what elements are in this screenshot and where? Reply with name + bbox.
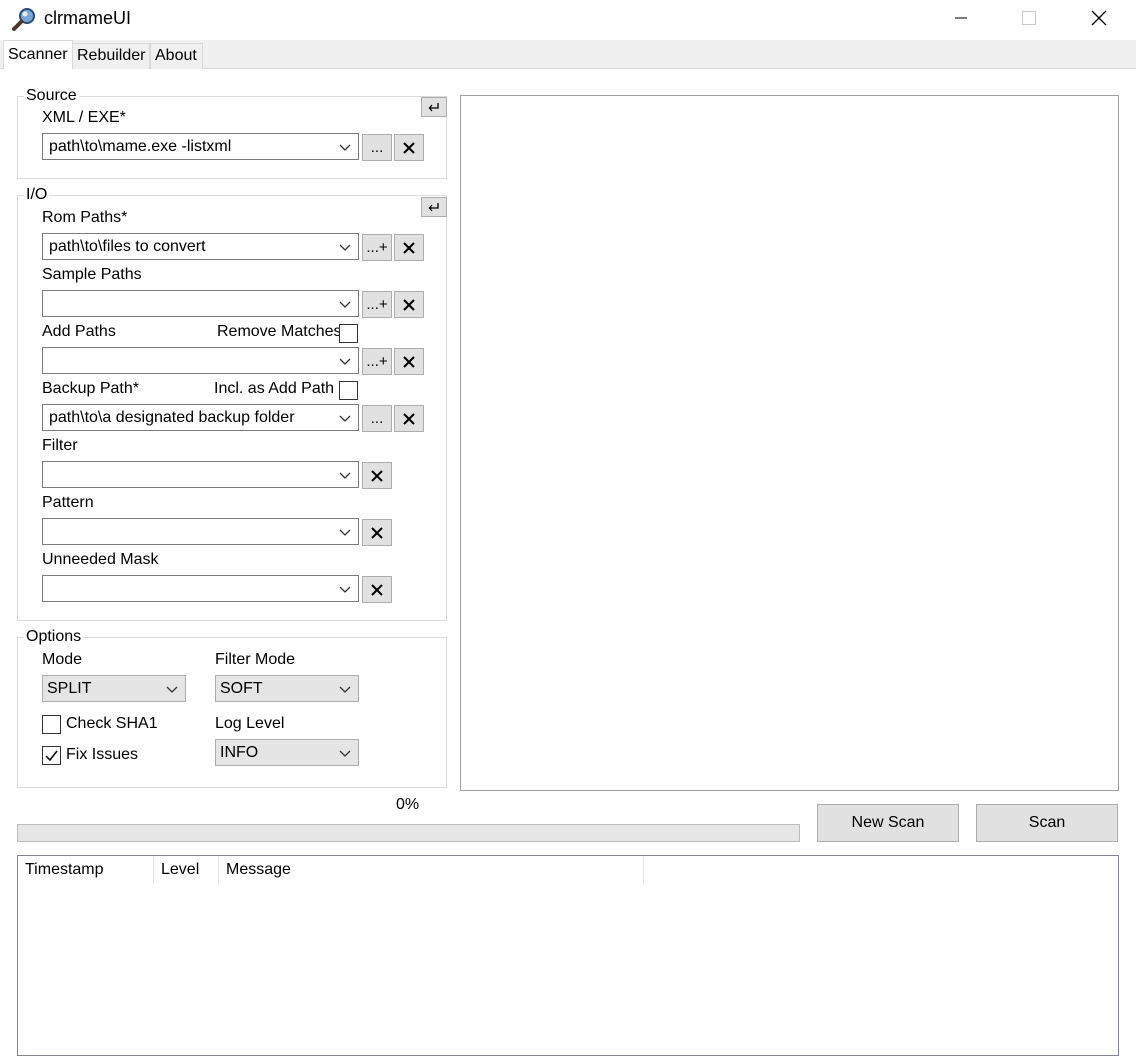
rom-paths-add-button[interactable]: ...+ xyxy=(362,234,392,261)
x-icon xyxy=(371,469,383,482)
chevron-down-icon xyxy=(339,244,351,251)
scan-button[interactable]: Scan xyxy=(976,804,1118,842)
backup-path-label: Backup Path* xyxy=(42,380,139,397)
fix-issues-checkbox[interactable] xyxy=(42,746,61,765)
options-legend: Options xyxy=(24,628,84,646)
window-title: clrmameUI xyxy=(44,8,132,28)
sample-paths-label: Sample Paths xyxy=(42,266,142,283)
sample-paths-clear-button[interactable] xyxy=(394,291,424,318)
progress-bar xyxy=(17,824,800,842)
chevron-down-icon xyxy=(339,586,351,593)
chevron-down-icon xyxy=(339,301,351,308)
chevron-down-icon xyxy=(339,686,351,693)
io-reset-button[interactable] xyxy=(421,197,447,217)
sample-paths-combo[interactable] xyxy=(42,290,359,317)
check-sha1-label: Check SHA1 xyxy=(66,715,158,732)
return-arrow-icon xyxy=(428,103,439,112)
check-sha1-checkbox[interactable] xyxy=(42,715,61,734)
incl-add-path-checkbox[interactable] xyxy=(339,381,358,400)
rom-paths-value: path\to\files to convert xyxy=(49,237,206,255)
unneeded-mask-combo[interactable] xyxy=(42,575,359,602)
x-icon xyxy=(403,141,415,154)
xml-browse-button[interactable]: ... xyxy=(362,134,392,161)
chevron-down-icon xyxy=(339,750,351,757)
filter-mode-value: SOFT xyxy=(220,679,263,697)
filter-label: Filter xyxy=(42,437,78,454)
remove-matches-label: Remove Matches xyxy=(217,323,342,340)
chevron-down-icon xyxy=(166,686,178,693)
log-list[interactable]: Timestamp Level Message xyxy=(17,855,1119,1056)
pattern-label: Pattern xyxy=(42,494,94,511)
close-button[interactable] xyxy=(1064,0,1134,36)
xml-clear-button[interactable] xyxy=(394,134,424,161)
sample-paths-add-button[interactable]: ...+ xyxy=(362,291,392,318)
filter-combo[interactable] xyxy=(42,461,359,488)
source-reset-button[interactable] xyxy=(421,97,447,117)
filter-clear-button[interactable] xyxy=(362,462,392,489)
x-icon xyxy=(371,583,383,596)
add-paths-clear-button[interactable] xyxy=(394,348,424,375)
chevron-down-icon xyxy=(339,529,351,536)
tab-scanner[interactable]: Scanner xyxy=(3,40,73,69)
mode-label: Mode xyxy=(42,651,83,668)
log-column-timestamp[interactable]: Timestamp xyxy=(18,856,154,884)
magnifier-app-icon xyxy=(12,7,38,31)
x-icon xyxy=(403,298,415,311)
x-icon xyxy=(371,526,383,539)
output-panel xyxy=(460,95,1119,791)
filter-mode-label: Filter Mode xyxy=(215,651,296,668)
rom-paths-combo[interactable]: path\to\files to convert xyxy=(42,233,359,260)
log-level-label: Log Level xyxy=(215,715,285,732)
tab-about[interactable]: About xyxy=(150,43,203,69)
xml-exe-value: path\to\mame.exe -listxml xyxy=(49,137,232,155)
chevron-down-icon xyxy=(339,472,351,479)
maximize-button[interactable] xyxy=(994,0,1064,36)
fix-issues-label: Fix Issues xyxy=(66,746,139,763)
mode-value: SPLIT xyxy=(47,679,92,697)
new-scan-button[interactable]: New Scan xyxy=(817,804,959,842)
xml-exe-combo[interactable]: path\to\mame.exe -listxml xyxy=(42,133,359,160)
remove-matches-checkbox[interactable] xyxy=(339,324,358,343)
backup-path-value: path\to\a designated backup folder xyxy=(49,408,295,426)
incl-add-path-label: Incl. as Add Path xyxy=(214,380,335,397)
xml-exe-label: XML / EXE* xyxy=(42,109,126,126)
chevron-down-icon xyxy=(339,358,351,365)
log-level-value: INFO xyxy=(220,743,259,761)
minimize-button[interactable] xyxy=(926,0,996,36)
add-paths-add-button[interactable]: ...+ xyxy=(362,348,392,375)
backup-path-clear-button[interactable] xyxy=(394,405,424,432)
add-paths-combo[interactable] xyxy=(42,347,359,374)
mode-select[interactable]: SPLIT xyxy=(42,675,186,702)
log-level-select[interactable]: INFO xyxy=(215,739,359,766)
backup-path-combo[interactable]: path\to\a designated backup folder xyxy=(42,404,359,431)
x-icon xyxy=(403,355,415,368)
filter-mode-select[interactable]: SOFT xyxy=(215,675,359,702)
unneeded-mask-label: Unneeded Mask xyxy=(42,551,159,568)
pattern-clear-button[interactable] xyxy=(362,519,392,546)
chevron-down-icon xyxy=(339,144,351,151)
unneeded-mask-clear-button[interactable] xyxy=(362,576,392,603)
log-column-level[interactable]: Level xyxy=(154,856,219,884)
rom-paths-clear-button[interactable] xyxy=(394,234,424,261)
tab-rebuilder[interactable]: Rebuilder xyxy=(72,43,150,69)
checkmark-icon xyxy=(45,750,58,762)
source-legend: Source xyxy=(24,87,79,105)
chevron-down-icon xyxy=(339,415,351,422)
rom-paths-label: Rom Paths* xyxy=(42,209,128,226)
add-paths-label: Add Paths xyxy=(42,323,116,340)
io-legend: I/O xyxy=(24,186,50,204)
progress-percent: 0% xyxy=(396,796,420,813)
backup-path-browse-button[interactable]: ... xyxy=(362,405,392,432)
log-column-message[interactable]: Message xyxy=(219,856,644,884)
x-icon xyxy=(403,412,415,425)
pattern-combo[interactable] xyxy=(42,518,359,545)
x-icon xyxy=(403,241,415,254)
return-arrow-icon xyxy=(428,203,439,212)
